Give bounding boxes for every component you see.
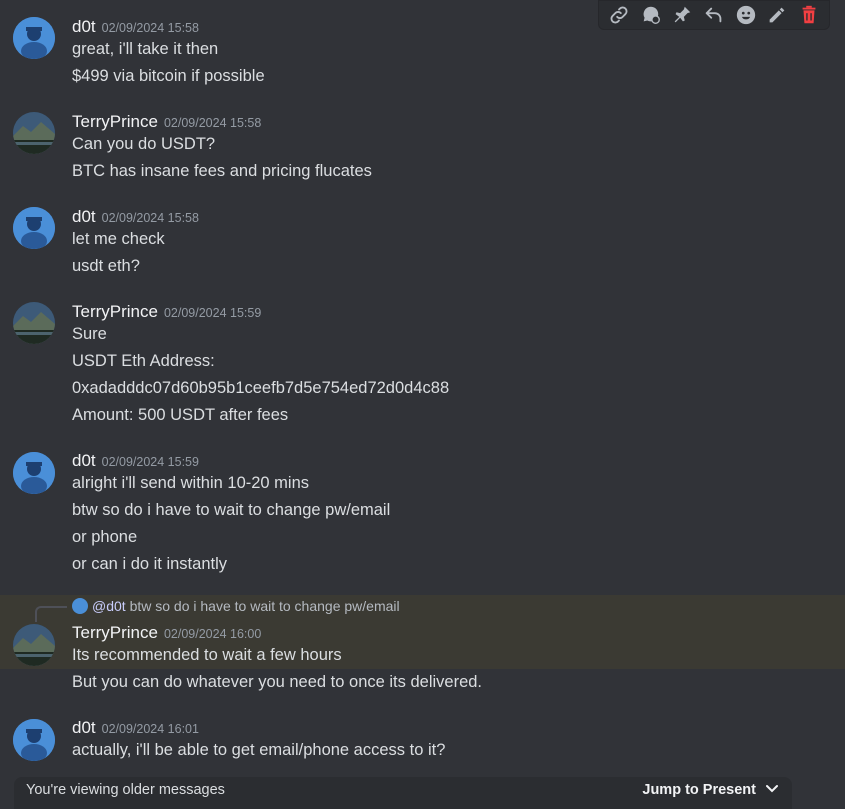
message-text: let me check <box>72 230 165 248</box>
avatar[interactable] <box>13 207 55 249</box>
message-group: TerryPrince 02/09/2024 15:58 Can you do U… <box>0 100 845 195</box>
jump-to-present-button[interactable]: Jump to Present <box>642 782 778 798</box>
avatar[interactable] <box>13 624 55 666</box>
message-group: TerryPrince 02/09/2024 15:59 Sure USDT Et… <box>0 290 845 440</box>
link-icon[interactable] <box>606 2 632 28</box>
message-text: Sure <box>72 325 107 343</box>
avatar[interactable] <box>13 112 55 154</box>
timestamp: 02/09/2024 15:59 <box>101 455 199 469</box>
delete-icon[interactable] <box>796 2 822 28</box>
message-text: Can you do USDT? <box>72 135 216 153</box>
reply-icon[interactable] <box>701 2 727 28</box>
edit-icon[interactable] <box>764 2 790 28</box>
reply-text: btw so do i have to wait to change pw/em… <box>129 598 400 614</box>
message-header: TerryPrince 02/09/2024 15:59 <box>72 302 261 324</box>
message-header: d0t 02/09/2024 15:59 <box>72 451 199 473</box>
timestamp: 02/09/2024 15:58 <box>101 21 199 35</box>
message-text: btw so do i have to wait to change pw/em… <box>72 501 391 519</box>
message-header: TerryPrince 02/09/2024 15:58 <box>72 112 261 134</box>
message-text: or phone <box>72 528 138 546</box>
message-text: actually, i'll be able to get email/phon… <box>72 741 446 759</box>
timestamp: 02/09/2024 15:58 <box>101 211 199 225</box>
reply-connector <box>35 606 67 622</box>
message-text: alright i'll send within 10-20 mins <box>72 474 310 492</box>
message-text: BTC has insane fees and pricing flucates <box>72 162 372 180</box>
older-messages-banner: You're viewing older messages Jump to Pr… <box>14 777 792 809</box>
username[interactable]: d0t <box>72 451 96 470</box>
username[interactable]: TerryPrince <box>72 623 158 642</box>
username[interactable]: TerryPrince <box>72 112 158 131</box>
pin-icon[interactable] <box>669 2 695 28</box>
message-text: $499 via bitcoin if possible <box>72 67 265 85</box>
older-messages-text: You're viewing older messages <box>26 782 225 798</box>
reply-avatar <box>72 598 88 614</box>
reply-mention[interactable]: @d0t <box>92 598 126 614</box>
username[interactable]: d0t <box>72 207 96 226</box>
reply-preview[interactable]: @d0t btw so do i have to wait to change … <box>72 598 400 614</box>
message-group: d0t 02/09/2024 16:01 actually, i'll be ab… <box>0 707 845 777</box>
message-text: Amount: 500 USDT after fees <box>72 406 289 424</box>
timestamp: 02/09/2024 15:59 <box>163 306 262 320</box>
message-group: d0t 02/09/2024 15:58 let me check usdt et… <box>0 195 845 290</box>
message-text: great, i'll take it then <box>72 40 219 58</box>
timestamp: 02/09/2024 16:00 <box>163 627 262 641</box>
timestamp: 02/09/2024 16:01 <box>101 722 199 736</box>
message-header: d0t 02/09/2024 15:58 <box>72 207 199 229</box>
avatar[interactable] <box>13 17 55 59</box>
username[interactable]: d0t <box>72 718 96 737</box>
avatar[interactable] <box>13 452 55 494</box>
chat-messages: d0t 02/09/2024 15:58 great, i'll take it … <box>0 0 845 809</box>
jump-to-present-label: Jump to Present <box>642 782 756 798</box>
message-text: Its recommended to wait a few hours <box>72 646 342 664</box>
chevron-down-icon <box>766 782 778 798</box>
avatar[interactable] <box>13 302 55 344</box>
message-header: d0t 02/09/2024 16:01 <box>72 718 199 740</box>
timestamp: 02/09/2024 15:58 <box>163 116 262 130</box>
emoji-icon[interactable] <box>733 2 759 28</box>
message-text: 0xadadddc07d60b95b1ceefb7d5e754ed72d0d4c… <box>72 379 450 397</box>
avatar[interactable] <box>13 719 55 761</box>
message-text: usdt eth? <box>72 257 140 275</box>
message-actions-toolbar <box>598 0 830 30</box>
message-text: or can i do it instantly <box>72 555 227 573</box>
username[interactable]: d0t <box>72 17 96 36</box>
message-group: d0t 02/09/2024 15:59 alright i'll send wi… <box>0 440 845 595</box>
username[interactable]: TerryPrince <box>72 302 158 321</box>
message-header: d0t 02/09/2024 15:58 <box>72 17 199 39</box>
thread-icon[interactable] <box>638 2 664 28</box>
message-group-highlighted: @d0t btw so do i have to wait to change … <box>0 595 845 669</box>
message-text: But you can do whatever you need to once… <box>72 673 483 691</box>
message-header: TerryPrince 02/09/2024 16:00 <box>72 623 261 645</box>
message-text: USDT Eth Address: <box>72 352 215 370</box>
